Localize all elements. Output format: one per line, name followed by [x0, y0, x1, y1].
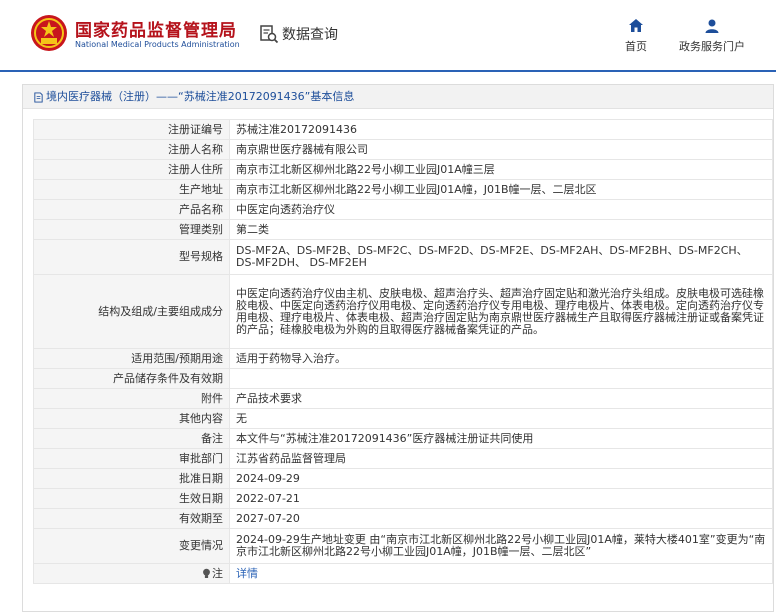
- table-row: 管理类别 第二类: [33, 219, 773, 240]
- header-divider: [0, 70, 776, 72]
- field-label: 型号规格: [33, 239, 230, 275]
- field-label: 生效日期: [33, 488, 230, 509]
- home-icon: [629, 19, 643, 32]
- table-row: 变更情况 2024-09-29生产地址变更 由“南京市江北新区柳州北路22号小柳工…: [33, 528, 773, 564]
- table-row: 注册人名称 南京鼎世医疗器械有限公司: [33, 139, 773, 160]
- document-icon: [34, 91, 43, 103]
- note-label-text: 注: [212, 566, 223, 580]
- field-value: 南京市江北新区柳州北路22号小柳工业园J01A幢三层: [229, 159, 773, 180]
- field-label: 其他内容: [33, 408, 230, 429]
- table-row: 生产地址 南京市江北新区柳州北路22号小柳工业园J01A幢，J01B幢一层、二层北…: [33, 179, 773, 200]
- table-row: 批准日期 2024-09-29: [33, 468, 773, 489]
- nav-gov-service-portal[interactable]: 政务服务门户: [672, 18, 752, 56]
- field-value: 2024-09-29: [229, 468, 773, 489]
- table-row: 其他内容无: [33, 408, 773, 429]
- breadcrumb: 境内医疗器械（注册）——“苏械注准20172091436”基本信息: [23, 85, 773, 109]
- table-row: 审批部门 江苏省药品监督管理局: [33, 448, 773, 469]
- note-value: 详情: [229, 563, 773, 584]
- field-label: 注册人名称: [33, 139, 230, 160]
- field-value: 产品技术要求: [229, 388, 773, 409]
- field-value: 苏械注准20172091436: [229, 119, 773, 140]
- nav-home[interactable]: 首页: [618, 18, 654, 56]
- details-link[interactable]: 详情: [236, 567, 258, 580]
- table-row: 适用范围/预期用途 适用于药物导入治疗。: [33, 348, 773, 369]
- field-label: 产品名称: [33, 199, 230, 220]
- field-value: 南京市江北新区柳州北路22号小柳工业园J01A幢，J01B幢一层、二层北区: [229, 179, 773, 200]
- site-logo-title[interactable]: 国家药品监督管理局: [75, 16, 237, 41]
- field-value: 中医定向透药治疗仪由主机、皮肤电极、超声治疗头、超声治疗固定贴和激光治疗头组成。…: [229, 274, 773, 349]
- field-label: 批准日期: [33, 468, 230, 489]
- field-label: 结构及组成/主要组成成分: [33, 274, 230, 349]
- field-label: 注册证编号: [33, 119, 230, 140]
- field-label: 注册人住所: [33, 159, 230, 180]
- nav-gov-label: 政务服务门户: [679, 40, 745, 53]
- field-value: 第二类: [229, 219, 773, 240]
- table-row: 有效期至 2027-07-20: [33, 508, 773, 529]
- field-label: 审批部门: [33, 448, 230, 469]
- field-label: 适用范围/预期用途: [33, 348, 230, 369]
- table-row: 产品储存条件及有效期: [33, 368, 773, 389]
- note-label: 注: [33, 563, 230, 584]
- table-row: 产品名称 中医定向透药治疗仪: [33, 199, 773, 220]
- field-label: 附件: [33, 388, 230, 409]
- field-value: 2024-09-29生产地址变更 由“南京市江北新区柳州北路22号小柳工业园J0…: [229, 528, 773, 564]
- lightbulb-icon: [203, 568, 210, 578]
- field-value: [229, 368, 773, 389]
- field-label: 有效期至: [33, 508, 230, 529]
- field-value: 南京鼎世医疗器械有限公司: [229, 139, 773, 160]
- field-label: 变更情况: [33, 528, 230, 564]
- field-value: 无: [229, 408, 773, 429]
- field-value: DS-MF2A、DS-MF2B、DS-MF2C、DS-MF2D、DS-MF2E、…: [229, 239, 773, 275]
- field-label: 管理类别: [33, 219, 230, 240]
- site-header: 国家药品监督管理局 National Medical Products Admi…: [0, 0, 776, 70]
- site-logo-subtitle: National Medical Products Administration: [75, 40, 240, 49]
- field-value: 江苏省药品监督管理局: [229, 448, 773, 469]
- data-search-title[interactable]: 数据查询: [282, 24, 338, 44]
- table-row: 结构及组成/主要组成成分 中医定向透药治疗仪由主机、皮肤电极、超声治疗头、超声治疗…: [33, 274, 773, 349]
- device-info-table: 注册证编号 苏械注准20172091436 注册人名称 南京鼎世医疗器械有限公司 注…: [33, 119, 773, 584]
- table-row: 注册证编号 苏械注准20172091436: [33, 119, 773, 140]
- national-emblem-icon: [31, 15, 67, 51]
- breadcrumb-text: 境内医疗器械（注册）——“苏械注准20172091436”基本信息: [46, 90, 355, 103]
- field-value: 本文件与“苏械注准20172091436”医疗器械注册证共同使用: [229, 428, 773, 449]
- field-value: 中医定向透药治疗仪: [229, 199, 773, 220]
- table-row: 型号规格 DS-MF2A、DS-MF2B、DS-MF2C、DS-MF2D、DS-M…: [33, 239, 773, 275]
- field-value: 2027-07-20: [229, 508, 773, 529]
- field-label: 生产地址: [33, 179, 230, 200]
- field-value: 2022-07-21: [229, 488, 773, 509]
- table-row: 备注 本文件与“苏械注准20172091436”医疗器械注册证共同使用: [33, 428, 773, 449]
- field-label: 产品储存条件及有效期: [33, 368, 230, 389]
- nav-home-label: 首页: [625, 40, 647, 53]
- table-row-note: 注 详情: [33, 563, 773, 584]
- table-row: 生效日期 2022-07-21: [33, 488, 773, 509]
- field-label: 备注: [33, 428, 230, 449]
- detail-panel: 境内医疗器械（注册）——“苏械注准20172091436”基本信息 注册证编号苏…: [22, 84, 774, 612]
- table-row: 注册人住所 南京市江北新区柳州北路22号小柳工业园J01A幢三层: [33, 159, 773, 180]
- user-icon: [705, 19, 719, 33]
- table-row: 附件 产品技术要求: [33, 388, 773, 409]
- field-value: 适用于药物导入治疗。: [229, 348, 773, 369]
- data-search-icon: [260, 25, 279, 44]
